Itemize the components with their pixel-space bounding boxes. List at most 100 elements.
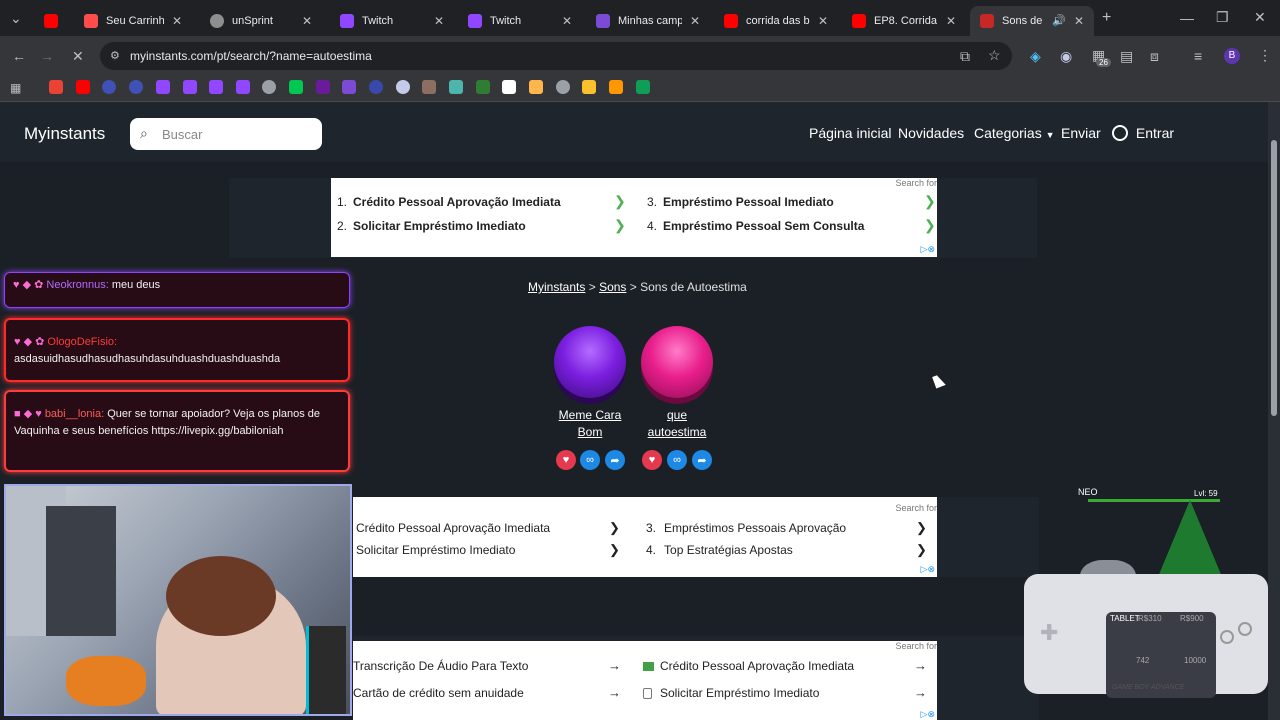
arrow-right-icon[interactable]: → xyxy=(914,658,927,673)
close-icon[interactable]: ✕ xyxy=(1074,14,1084,28)
chevron-right-icon[interactable]: ❯ xyxy=(916,520,927,536)
twitch-icon[interactable] xyxy=(209,80,223,94)
close-icon[interactable]: ✕ xyxy=(818,14,828,28)
maximize-icon[interactable]: ❐ xyxy=(1216,10,1229,24)
bookmark-icon[interactable] xyxy=(129,80,143,94)
close-icon[interactable]: ✕ xyxy=(302,14,312,28)
sheets-icon[interactable] xyxy=(636,80,650,94)
ad-link[interactable]: Crédito Pessoal Aprovação Imediata xyxy=(356,521,550,535)
chevron-right-icon[interactable]: ❯ xyxy=(609,520,620,536)
ad-link[interactable]: Solicitar Empréstimo Imediato xyxy=(643,686,819,700)
close-icon[interactable]: ✕ xyxy=(172,14,182,28)
close-icon[interactable]: ✕ xyxy=(690,14,700,28)
adchoices-icon[interactable]: ▷⊗ xyxy=(921,709,935,720)
link-icon[interactable]: ∞ xyxy=(667,450,687,470)
apps-grid-icon[interactable]: ▦ xyxy=(10,81,21,95)
media-control-icon[interactable]: ≡ xyxy=(1194,49,1202,63)
search-input[interactable]: ⌕ Buscar xyxy=(130,118,322,150)
ad-link[interactable]: Cartão de crédito sem anuidade xyxy=(353,686,524,700)
back-icon[interactable]: ← xyxy=(12,49,26,63)
ad-link[interactable]: 4. Top Estratégias Apostas xyxy=(646,543,793,557)
bookmark-icon[interactable] xyxy=(316,80,330,94)
minimize-icon[interactable]: — xyxy=(1180,11,1194,25)
install-icon[interactable]: ⧉ xyxy=(960,49,970,63)
adchoices-icon[interactable]: ▷⊗ xyxy=(921,244,935,255)
globe-icon[interactable] xyxy=(262,80,276,94)
bookmark-icon[interactable] xyxy=(396,80,410,94)
favorite-heart-icon[interactable]: ♥ xyxy=(642,450,662,470)
tab-0[interactable] xyxy=(34,6,74,36)
adchoices-icon[interactable]: ▷⊗ xyxy=(921,564,935,575)
globe-icon[interactable] xyxy=(556,80,570,94)
bookmark-star-icon[interactable]: ☆ xyxy=(988,48,1001,62)
share-icon[interactable]: ➦ xyxy=(605,450,625,470)
close-icon[interactable]: ✕ xyxy=(946,14,956,28)
extension-icon[interactable]: ◉ xyxy=(1060,49,1072,63)
ad-link[interactable]: 1. Crédito Pessoal Aprovação Imediata xyxy=(337,195,561,209)
tab-1[interactable]: Seu Carrinho d ✕ xyxy=(74,6,192,36)
chevron-right-icon[interactable]: ❯ xyxy=(924,217,936,234)
chevron-right-icon[interactable]: ❯ xyxy=(924,193,936,210)
nav-send[interactable]: Enviar xyxy=(1061,125,1101,141)
youtube-icon[interactable] xyxy=(76,80,90,94)
ad-link[interactable]: Crédito Pessoal Aprovação Imediata xyxy=(643,659,854,673)
twitch-icon[interactable] xyxy=(236,80,250,94)
chevron-right-icon[interactable]: ❯ xyxy=(614,193,626,210)
bookmark-icon[interactable] xyxy=(422,80,436,94)
bookmark-icon[interactable] xyxy=(369,80,383,94)
menu-icon[interactable]: ⋮ xyxy=(1258,48,1272,62)
arrow-right-icon[interactable]: → xyxy=(608,658,621,673)
share-icon[interactable]: ➦ xyxy=(692,450,712,470)
arrow-right-icon[interactable]: → xyxy=(914,685,927,700)
window-close-icon[interactable]: ✕ xyxy=(1254,10,1266,24)
kick-icon[interactable] xyxy=(289,80,303,94)
new-tab-icon[interactable]: + xyxy=(1102,10,1111,26)
breadcrumb-sounds[interactable]: Sons xyxy=(599,280,626,294)
tab-4[interactable]: Twitch ✕ xyxy=(458,6,582,36)
arrow-right-icon[interactable]: → xyxy=(608,685,621,700)
sound-button-meme-cara-bom[interactable] xyxy=(554,326,626,398)
twitch-icon[interactable] xyxy=(183,80,197,94)
drive-icon[interactable] xyxy=(582,80,596,94)
ad-link[interactable]: Transcrição De Áudio Para Texto xyxy=(353,659,528,673)
site-logo[interactable]: Myinstants xyxy=(24,124,105,144)
ad-link[interactable]: 3. Empréstimos Pessoais Aprovação xyxy=(646,521,846,535)
ad-link[interactable]: 3. Empréstimo Pessoal Imediato xyxy=(647,195,834,209)
link-icon[interactable]: ∞ xyxy=(580,450,600,470)
favorite-heart-icon[interactable]: ♥ xyxy=(556,450,576,470)
tab-5[interactable]: Minhas campar ✕ xyxy=(586,6,710,36)
breadcrumb-home[interactable]: Myinstants xyxy=(528,280,585,294)
bookmark-icon[interactable] xyxy=(529,80,543,94)
extensions-puzzle-icon[interactable]: ⧈ xyxy=(1150,49,1159,63)
close-icon[interactable]: ✕ xyxy=(562,14,572,28)
tab-2[interactable]: unSprint ✕ xyxy=(200,6,322,36)
twitch-icon[interactable] xyxy=(156,80,170,94)
ad-link[interactable]: Solicitar Empréstimo Imediato xyxy=(356,543,515,557)
tab-7[interactable]: EP8. Corrida da ✕ xyxy=(842,6,966,36)
scrollbar-thumb[interactable] xyxy=(1271,140,1277,416)
nav-categories[interactable]: Categorias ▼ xyxy=(974,125,1055,141)
tab-search-icon[interactable]: ⌄ xyxy=(10,11,22,25)
bookmark-icon[interactable] xyxy=(449,80,463,94)
nav-home[interactable]: Página inicial xyxy=(809,125,892,141)
ad-link[interactable]: 4. Empréstimo Pessoal Sem Consulta xyxy=(647,219,864,233)
address-bar[interactable]: myinstants.com/pt/search/?name=autoestim… xyxy=(100,42,1012,70)
site-info-icon[interactable]: ⚙ xyxy=(110,49,120,63)
nav-login[interactable]: Entrar xyxy=(1112,125,1174,141)
speaker-icon[interactable]: 🔊 xyxy=(1052,14,1066,28)
ad-link[interactable]: 2. Solicitar Empréstimo Imediato xyxy=(337,219,526,233)
bookmark-icon[interactable] xyxy=(609,80,623,94)
profile-avatar[interactable]: B xyxy=(1224,48,1240,64)
amazon-icon[interactable] xyxy=(502,80,516,94)
forward-icon[interactable]: → xyxy=(40,49,54,63)
sound-button-que-autoestima[interactable] xyxy=(641,326,713,398)
chevron-right-icon[interactable]: ❯ xyxy=(614,217,626,234)
extension-icon[interactable]: ◈ xyxy=(1030,49,1041,63)
reload-icon[interactable]: ✕ xyxy=(72,49,84,63)
tab-3[interactable]: Twitch ✕ xyxy=(330,6,454,36)
tab-6[interactable]: corrida das blo ✕ xyxy=(714,6,838,36)
chevron-right-icon[interactable]: ❯ xyxy=(916,542,927,558)
sound-title-link[interactable]: Meme Cara Bom xyxy=(545,407,635,441)
extension-icon[interactable]: ▤ xyxy=(1120,49,1133,63)
sound-title-link[interactable]: que autoestima xyxy=(632,407,722,441)
